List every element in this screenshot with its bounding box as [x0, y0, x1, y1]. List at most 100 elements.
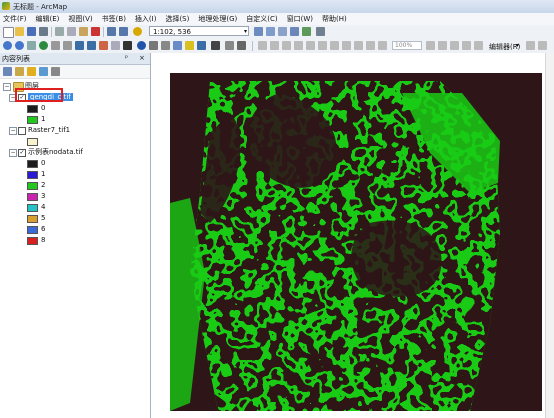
window-title: 无标题 - ArcMap — [13, 3, 68, 11]
fixed-zoom-in-icon[interactable] — [51, 41, 60, 50]
select-features-icon[interactable] — [99, 41, 108, 50]
chevron-down-icon[interactable]: ▾ — [244, 27, 247, 37]
catalog-window-icon[interactable] — [278, 27, 287, 36]
arctoolbox-icon[interactable] — [302, 27, 311, 36]
menu-geoprocessing[interactable]: 地理处理(G) — [195, 13, 243, 25]
legend-value: 0 — [41, 104, 46, 112]
menu-help[interactable]: 帮助(H) — [319, 13, 353, 25]
layout-focus-icon[interactable] — [366, 41, 375, 50]
cut-icon[interactable] — [55, 27, 64, 36]
menu-insert[interactable]: 插入(I) — [132, 13, 163, 25]
chevron-down-icon[interactable]: ▾ — [516, 42, 519, 49]
legend-value: 1 — [41, 170, 46, 178]
menu-window[interactable]: 窗口(W) — [284, 13, 319, 25]
menu-selection[interactable]: 选择(S) — [162, 13, 195, 25]
layout-tool-icon[interactable] — [474, 41, 483, 50]
layout-toggle-draft-icon[interactable] — [354, 41, 363, 50]
go-to-xy-icon[interactable] — [225, 41, 234, 50]
layout-change-icon[interactable] — [378, 41, 387, 50]
back-extent-icon[interactable] — [75, 41, 84, 50]
layer-row-nodata[interactable]: − ✓ 示例表nodata.tif — [0, 147, 150, 158]
zoom-out-icon[interactable] — [15, 41, 24, 50]
legend-swatch — [27, 215, 38, 223]
menu-bookmarks[interactable]: 书签(B) — [99, 13, 132, 25]
legend-item — [0, 136, 150, 147]
edit-annotation-icon[interactable] — [538, 41, 547, 50]
menu-customize[interactable]: 自定义(C) — [243, 13, 283, 25]
layout-full-page-icon[interactable] — [294, 41, 303, 50]
legend-item: 6 — [0, 224, 150, 235]
new-document-icon[interactable] — [3, 27, 14, 38]
legend-item: 0 — [0, 103, 150, 114]
undo-icon[interactable] — [107, 27, 116, 36]
save-icon[interactable] — [27, 27, 36, 36]
menu-edit[interactable]: 编辑(E) — [33, 13, 66, 25]
redo-icon[interactable] — [119, 27, 128, 36]
layer-visibility-checkbox[interactable] — [18, 127, 26, 135]
layout-page-icon[interactable] — [342, 41, 351, 50]
layout-fixed-zoom-icon[interactable] — [306, 41, 315, 50]
collapse-icon[interactable]: − — [3, 83, 11, 91]
layout-tool-icon[interactable] — [450, 41, 459, 50]
edit-tool-icon[interactable] — [526, 41, 535, 50]
close-icon[interactable]: × — [139, 54, 145, 62]
layout-pan-icon[interactable] — [282, 41, 291, 50]
list-by-drawing-order-icon[interactable] — [3, 67, 12, 76]
pin-icon[interactable]: ᵖ — [125, 54, 128, 62]
layout-zoom-out-icon[interactable] — [270, 41, 279, 50]
binoculars-icon[interactable] — [211, 41, 220, 50]
identify-icon[interactable] — [137, 41, 146, 50]
search-window-icon[interactable] — [290, 27, 299, 36]
hyperlink-icon[interactable] — [173, 41, 182, 50]
delete-icon[interactable] — [91, 27, 100, 36]
copy-icon[interactable] — [67, 27, 76, 36]
viewer-window-icon[interactable] — [237, 41, 246, 50]
find-icon[interactable] — [149, 41, 158, 50]
layout-tool-icon[interactable] — [426, 41, 435, 50]
zoom-percent-combobox[interactable]: 100% — [392, 41, 422, 50]
layer-visibility-checkbox[interactable]: ✓ — [18, 149, 26, 157]
toolbar-separator — [51, 27, 52, 37]
time-slider-icon[interactable] — [197, 41, 206, 50]
collapse-icon[interactable]: − — [9, 149, 17, 157]
layout-tool-icon[interactable] — [462, 41, 471, 50]
menu-view[interactable]: 视图(V) — [65, 13, 98, 25]
map-vertical-scrollbar[interactable] — [545, 53, 554, 418]
model-builder-icon[interactable] — [316, 27, 325, 36]
tools-toolbar: 100% 编辑器(R) ▾ — [0, 39, 554, 54]
layout-forward-icon[interactable] — [330, 41, 339, 50]
list-by-source-icon[interactable] — [15, 67, 24, 76]
layer-row-raster7[interactable]: − Raster7_tif1 — [0, 125, 150, 136]
menu-file[interactable]: 文件(F) — [0, 13, 33, 25]
legend-swatch — [27, 193, 38, 201]
layout-zoom-in-icon[interactable] — [258, 41, 267, 50]
toc-options-icon[interactable] — [51, 67, 60, 76]
layer-name-raster7[interactable]: Raster7_tif1 — [28, 125, 70, 136]
open-folder-icon[interactable] — [15, 27, 24, 36]
list-by-selection-icon[interactable] — [39, 67, 48, 76]
layer-name-nodata[interactable]: 示例表nodata.tif — [28, 147, 83, 158]
legend-swatch — [27, 105, 38, 113]
paste-icon[interactable] — [79, 27, 88, 36]
map-scale-combobox[interactable]: 1:102, 536 ▾ — [149, 26, 249, 36]
add-data-icon[interactable] — [133, 27, 142, 36]
list-by-visibility-icon[interactable] — [27, 67, 36, 76]
zoom-in-icon[interactable] — [3, 41, 12, 50]
editor-toolbar-icon[interactable] — [254, 27, 263, 36]
print-icon[interactable] — [39, 27, 48, 36]
clear-selection-icon[interactable] — [111, 41, 120, 50]
zoom-percent-value: 100% — [395, 42, 413, 49]
html-popup-icon[interactable] — [185, 41, 194, 50]
layout-tool-icon[interactable] — [438, 41, 447, 50]
full-extent-icon[interactable] — [39, 41, 48, 50]
pan-icon[interactable] — [27, 41, 36, 50]
forward-extent-icon[interactable] — [87, 41, 96, 50]
select-elements-icon[interactable] — [123, 41, 132, 50]
raster-extent[interactable] — [170, 73, 542, 411]
layout-back-icon[interactable] — [318, 41, 327, 50]
measure-icon[interactable] — [161, 41, 170, 50]
map-display[interactable] — [151, 53, 554, 418]
collapse-icon[interactable]: − — [9, 127, 17, 135]
fixed-zoom-out-icon[interactable] — [63, 41, 72, 50]
toc-window-icon[interactable] — [266, 27, 275, 36]
